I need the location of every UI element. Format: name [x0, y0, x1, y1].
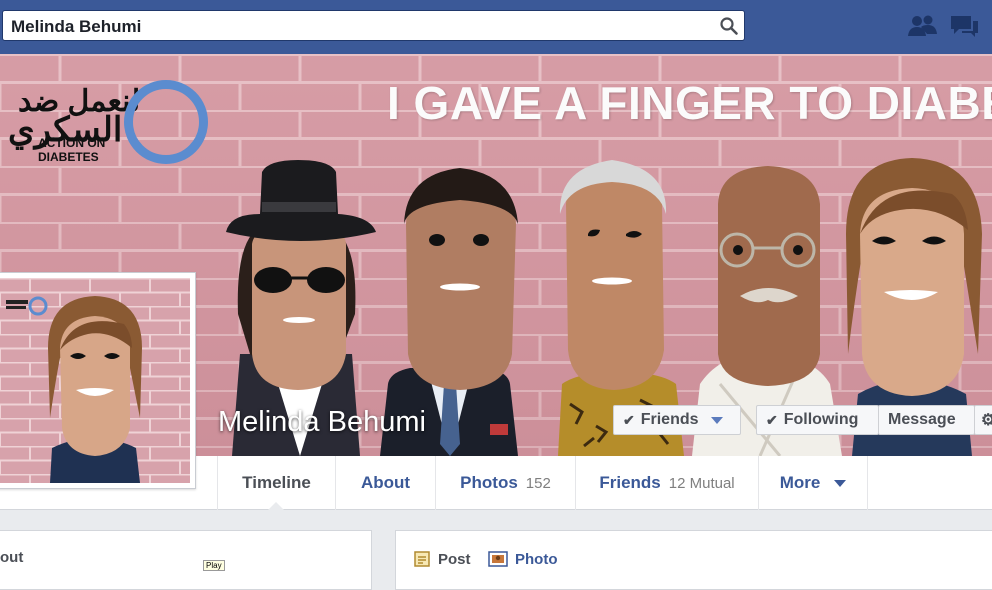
gear-icon: ⚙ — [981, 412, 992, 429]
tab-label: More — [779, 473, 821, 492]
photo-icon — [488, 551, 508, 567]
tab-count: 152 — [525, 474, 551, 492]
tab-about[interactable]: About — [335, 456, 435, 510]
friends-button-label: Friends — [640, 411, 699, 428]
friends-button[interactable]: ✔ Friends — [613, 405, 741, 435]
top-bar: Melinda Behumi — [0, 0, 992, 54]
left-panel-heading: out — [0, 549, 24, 566]
tab-photos[interactable]: Photos 152 — [435, 456, 575, 510]
composer-photo-tab[interactable]: Photo — [488, 550, 558, 568]
tab-label: Photos — [460, 473, 518, 492]
tab-label: About — [360, 473, 411, 492]
left-column-panel: out — [0, 530, 372, 590]
play-tooltip: Play — [203, 560, 225, 571]
tab-label: Timeline — [242, 473, 311, 492]
settings-gear-button[interactable]: ⚙ — [974, 405, 992, 435]
post-label: Post — [438, 550, 471, 568]
tab-count: 12 Mutual — [668, 474, 735, 492]
check-icon: ✔ — [623, 411, 635, 428]
message-button[interactable]: Message — [878, 405, 975, 435]
search-box[interactable]: Melinda Behumi — [2, 10, 745, 41]
following-button[interactable]: ✔ Following — [756, 405, 879, 435]
tab-more[interactable]: More — [758, 456, 868, 510]
following-button-label: Following — [783, 411, 859, 428]
chevron-down-icon — [834, 479, 847, 487]
chevron-down-icon — [710, 416, 723, 424]
messages-icon[interactable] — [947, 12, 981, 40]
profile-picture[interactable] — [0, 272, 196, 489]
search-input[interactable]: Melinda Behumi — [11, 17, 141, 37]
friend-requests-icon[interactable] — [905, 12, 939, 40]
search-icon[interactable] — [719, 16, 739, 36]
composer-panel: Post Photo — [395, 530, 992, 590]
active-tab-pointer — [268, 502, 284, 510]
composer-post-tab[interactable]: Post — [413, 550, 471, 568]
post-pencil-icon — [414, 551, 430, 567]
tab-friends[interactable]: Friends 12 Mutual — [575, 456, 758, 510]
profile-name[interactable]: Melinda Behumi — [218, 406, 426, 439]
message-button-label: Message — [888, 411, 956, 428]
profile-picture-image — [0, 278, 190, 483]
tab-label: Friends — [599, 473, 661, 492]
check-icon: ✔ — [766, 411, 778, 428]
photo-label: Photo — [515, 550, 558, 568]
